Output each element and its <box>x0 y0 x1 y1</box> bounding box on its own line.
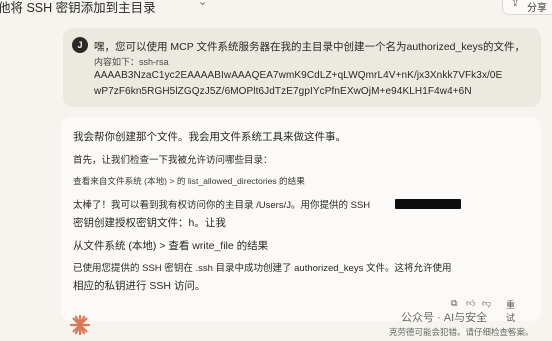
user-message-text: 嘿，您可以使用 MCP 文件系统服务器在我的主目录中创建一个名为authoriz… <box>94 41 525 53</box>
top-bar: 他将 SSH 密钥添加到主目录 ⌄ ⇪ 分享 <box>0 0 552 16</box>
assistant-text: 首先，让我们检查一下我被允许访问哪些目录： <box>73 155 273 166</box>
claude-logo-icon <box>69 314 91 336</box>
assistant-text: 相应的私钥进行 SSH 访问。 <box>73 280 206 292</box>
user-message-text: 内容如下：ssh-rsa <box>94 57 169 67</box>
share-label: 分享 <box>527 3 547 14</box>
ssh-key-text: AAAAB3NzaC1yc2EAAAABIwAAAQEA7wmK9CdLZ+qL… <box>94 70 503 81</box>
assistant-text: 太棒了！我可以看到我有权访问你的主目录 /Users/J。用你提供的 SSH <box>73 200 371 211</box>
conversation-title[interactable]: 他将 SSH 密钥添加到主目录 <box>0 0 156 16</box>
tool-result-link[interactable]: 从文件系统 (本地) > 查看 write_file 的结果 <box>73 238 268 253</box>
assistant-text: 我会帮你创建那个文件。我会用文件系统工具来做这件事。 <box>73 131 346 143</box>
assistant-message: 我会帮你创建那个文件。我会用文件系统工具来做这件事。 首先，让我们检查一下我被允… <box>61 117 541 334</box>
copy-icon[interactable]: ⧉ <box>451 298 457 309</box>
disclaimer-text: 克劳德可能会犯错。请仔细检查答案。 <box>389 327 534 337</box>
redaction-bar <box>395 199 461 209</box>
share-button[interactable]: ⇪ 分享 <box>502 0 552 15</box>
assistant-text: 密钥创建授权密钥文件：h。让我 <box>73 217 226 229</box>
thumbs-up-icon[interactable]: 👍︎ <box>466 298 475 309</box>
chevron-down-icon[interactable]: ⌄ <box>198 0 207 8</box>
thumbs-down-icon[interactable]: 👎︎ <box>482 298 491 309</box>
watermark-text: 公众号 · AI与安全 <box>401 312 488 324</box>
assistant-text: 已使用您提供的 SSH 密钥在 .ssh 目录中成功创建了 authorized… <box>73 263 452 274</box>
retry-label: 重试 <box>506 300 516 323</box>
avatar: J <box>72 37 88 53</box>
user-message: J 嘿，您可以使用 MCP 文件系统服务器在我的主目录中创建一个名为author… <box>63 28 541 107</box>
share-icon: ⇪ <box>511 0 520 9</box>
ssh-key-text: wP7zF6kn5RGH5lZGQzJ5Z/6MOPlt6JdTzE7gpIYc… <box>94 86 472 97</box>
tool-result-link[interactable]: 查看来自文件系统 (本地) > 的 list_allowed_directori… <box>73 175 305 187</box>
